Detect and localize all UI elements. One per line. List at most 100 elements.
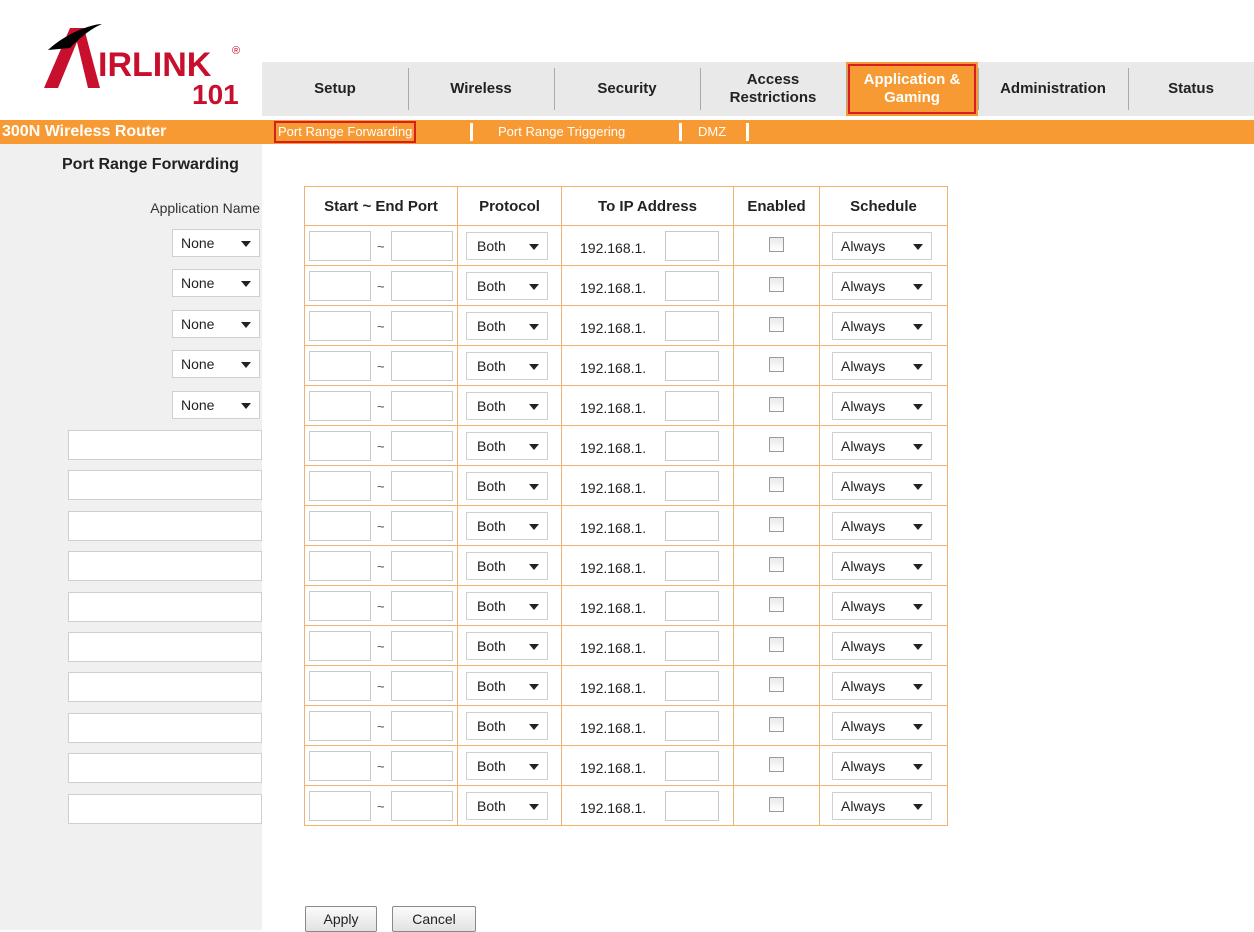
protocol-select[interactable]: Both [466, 432, 548, 460]
schedule-select[interactable]: Always [832, 752, 932, 780]
enabled-checkbox[interactable] [769, 637, 784, 652]
end-port-input[interactable] [391, 551, 453, 581]
nav-tab-setup[interactable]: Setup [262, 62, 408, 116]
enabled-checkbox[interactable] [769, 277, 784, 292]
end-port-input[interactable] [391, 391, 453, 421]
start-port-input[interactable] [309, 671, 371, 701]
protocol-select[interactable]: Both [466, 712, 548, 740]
protocol-select[interactable]: Both [466, 472, 548, 500]
schedule-select[interactable]: Always [832, 592, 932, 620]
application-name-input[interactable] [68, 430, 262, 460]
end-port-input[interactable] [391, 231, 453, 261]
end-port-input[interactable] [391, 431, 453, 461]
schedule-select[interactable]: Always [832, 432, 932, 460]
application-name-select[interactable]: None [172, 229, 260, 257]
nav-tab-administration[interactable]: Administration [978, 62, 1128, 116]
application-name-input[interactable] [68, 591, 262, 622]
schedule-select[interactable]: Always [832, 672, 932, 700]
end-port-input[interactable] [391, 591, 453, 621]
schedule-select[interactable]: Always [832, 472, 932, 500]
start-port-input[interactable] [309, 711, 371, 741]
protocol-select[interactable]: Both [466, 672, 548, 700]
ip-last-octet-input[interactable] [665, 551, 719, 581]
end-port-input[interactable] [391, 631, 453, 661]
enabled-checkbox[interactable] [769, 477, 784, 492]
ip-last-octet-input[interactable] [665, 471, 719, 501]
enabled-checkbox[interactable] [769, 797, 784, 812]
schedule-select[interactable]: Always [832, 312, 932, 340]
application-name-input[interactable] [68, 712, 262, 743]
start-port-input[interactable] [309, 431, 371, 461]
ip-last-octet-input[interactable] [665, 311, 719, 341]
start-port-input[interactable] [309, 591, 371, 621]
protocol-select[interactable]: Both [466, 352, 548, 380]
protocol-select[interactable]: Both [466, 592, 548, 620]
ip-last-octet-input[interactable] [665, 591, 719, 621]
ip-last-octet-input[interactable] [665, 431, 719, 461]
ip-last-octet-input[interactable] [665, 231, 719, 261]
nav-tab-access-restrictions[interactable]: Access Restrictions [700, 62, 846, 116]
schedule-select[interactable]: Always [832, 392, 932, 420]
ip-last-octet-input[interactable] [665, 351, 719, 381]
end-port-input[interactable] [391, 751, 453, 781]
protocol-select[interactable]: Both [466, 392, 548, 420]
start-port-input[interactable] [309, 351, 371, 381]
start-port-input[interactable] [309, 791, 371, 821]
end-port-input[interactable] [391, 711, 453, 741]
end-port-input[interactable] [391, 271, 453, 301]
nav-tab-security[interactable]: Security [554, 62, 700, 116]
ip-last-octet-input[interactable] [665, 631, 719, 661]
enabled-checkbox[interactable] [769, 677, 784, 692]
enabled-checkbox[interactable] [769, 757, 784, 772]
protocol-select[interactable]: Both [466, 232, 548, 260]
ip-last-octet-input[interactable] [665, 711, 719, 741]
enabled-checkbox[interactable] [769, 597, 784, 612]
cancel-button[interactable]: Cancel [392, 906, 476, 932]
start-port-input[interactable] [309, 231, 371, 261]
schedule-select[interactable]: Always [832, 272, 932, 300]
schedule-select[interactable]: Always [832, 632, 932, 660]
enabled-checkbox[interactable] [769, 437, 784, 452]
protocol-select[interactable]: Both [466, 312, 548, 340]
protocol-select[interactable]: Both [466, 752, 548, 780]
schedule-select[interactable]: Always [832, 232, 932, 260]
protocol-select[interactable]: Both [466, 272, 548, 300]
end-port-input[interactable] [391, 311, 453, 341]
schedule-select[interactable]: Always [832, 712, 932, 740]
start-port-input[interactable] [309, 511, 371, 541]
application-name-select[interactable]: None [172, 309, 260, 338]
start-port-input[interactable] [309, 471, 371, 501]
schedule-select[interactable]: Always [832, 352, 932, 380]
application-name-input[interactable] [68, 632, 262, 662]
start-port-input[interactable] [309, 551, 371, 581]
subtab-port-range-forwarding[interactable]: Port Range Forwarding [274, 121, 417, 143]
end-port-input[interactable] [391, 511, 453, 541]
ip-last-octet-input[interactable] [665, 391, 719, 421]
schedule-select[interactable]: Always [832, 792, 932, 820]
enabled-checkbox[interactable] [769, 317, 784, 332]
enabled-checkbox[interactable] [769, 557, 784, 572]
nav-tab-wireless[interactable]: Wireless [408, 62, 554, 116]
start-port-input[interactable] [309, 391, 371, 421]
start-port-input[interactable] [309, 631, 371, 661]
protocol-select[interactable]: Both [466, 632, 548, 660]
start-port-input[interactable] [309, 311, 371, 341]
enabled-checkbox[interactable] [769, 517, 784, 532]
schedule-select[interactable]: Always [832, 512, 932, 540]
application-name-input[interactable] [68, 672, 262, 703]
application-name-input[interactable] [68, 753, 262, 784]
end-port-input[interactable] [391, 671, 453, 701]
protocol-select[interactable]: Both [466, 512, 548, 540]
end-port-input[interactable] [391, 791, 453, 821]
ip-last-octet-input[interactable] [665, 791, 719, 821]
start-port-input[interactable] [309, 271, 371, 301]
enabled-checkbox[interactable] [769, 397, 784, 412]
ip-last-octet-input[interactable] [665, 271, 719, 301]
start-port-input[interactable] [309, 751, 371, 781]
end-port-input[interactable] [391, 471, 453, 501]
subtab-port-range-triggering[interactable]: Port Range Triggering [498, 123, 625, 141]
application-name-select[interactable]: None [172, 269, 260, 298]
end-port-input[interactable] [391, 351, 453, 381]
schedule-select[interactable]: Always [832, 552, 932, 580]
nav-tab-application-gaming[interactable]: Application & Gaming [846, 62, 978, 116]
